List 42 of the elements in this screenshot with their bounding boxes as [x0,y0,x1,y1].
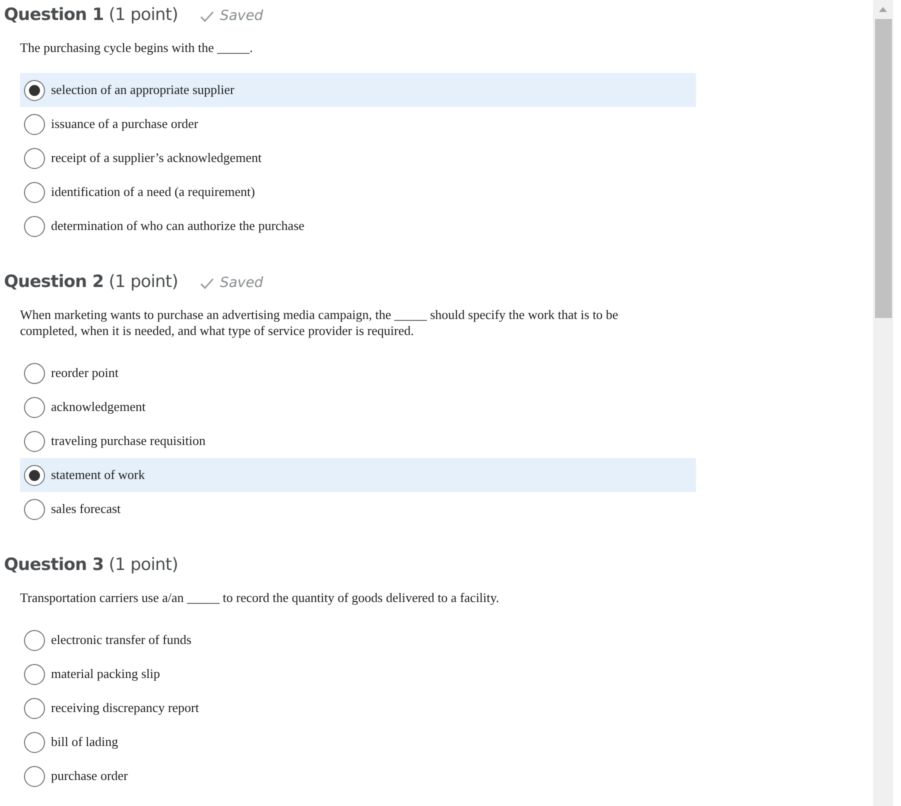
scrollbar[interactable] [873,0,893,806]
answer-label[interactable]: material packing slip [51,664,160,684]
radio-button[interactable] [24,362,45,384]
radio-button[interactable] [24,732,45,752]
question-prompt: Transportation carriers use a/an _____ to record the quantity of goods delivered to a facility. [20,590,500,606]
answer-label[interactable]: issuance of a purchase order [51,114,198,134]
radio-button[interactable] [24,80,45,100]
answer-label[interactable]: statement of work [51,465,145,485]
checkmark-icon [200,10,214,22]
answer-label[interactable]: identification of a need (a requirement) [51,182,255,202]
scrollbar-thumb[interactable] [874,19,892,318]
answer-label[interactable]: bill of lading [51,732,118,752]
saved-status: Saved [220,274,264,292]
radio-button[interactable] [24,498,45,520]
radio-button[interactable] [24,114,45,134]
question-title: Question 3 (1 point) [4,554,178,578]
radio-button[interactable] [24,430,45,452]
radio-button[interactable] [24,698,45,718]
answer-label[interactable]: selection of an appropriate supplier [51,80,234,100]
answer-label[interactable]: reorder point [51,363,119,383]
radio-button[interactable] [24,664,45,684]
radio-button[interactable] [24,148,45,168]
checkmark-icon [200,278,214,288]
saved-status: Saved [220,6,264,26]
radio-button[interactable] [24,766,45,786]
radio-button[interactable] [24,396,45,418]
question-prompt: When marketing wants to purchase an advertising media campaign, the _____ should specify the work that is to be completed, when it is needed, and what type of service provider is required. [20,307,620,339]
answer-label[interactable]: electronic transfer of funds [51,630,192,650]
answer-label[interactable]: acknowledgement [51,397,146,417]
question-title: Question 2 (1 point) [4,271,178,294]
answer-label[interactable]: determination of who can authorize the purchase [51,216,304,236]
radio-button[interactable] [24,464,45,486]
radio-button[interactable] [24,630,45,650]
answer-label[interactable]: traveling purchase requisition [51,431,206,451]
question-prompt: The purchasing cycle begins with the _____. [20,40,254,56]
answer-label[interactable]: receiving discrepancy report [51,698,199,718]
radio-button[interactable] [24,216,45,236]
answer-label[interactable]: purchase order [51,766,128,786]
answer-label[interactable]: receipt of a supplier’s acknowledgement [51,148,262,168]
radio-button[interactable] [24,182,45,202]
question-title: Question 1 (1 point) [4,4,178,28]
answer-label[interactable]: sales forecast [51,499,121,519]
